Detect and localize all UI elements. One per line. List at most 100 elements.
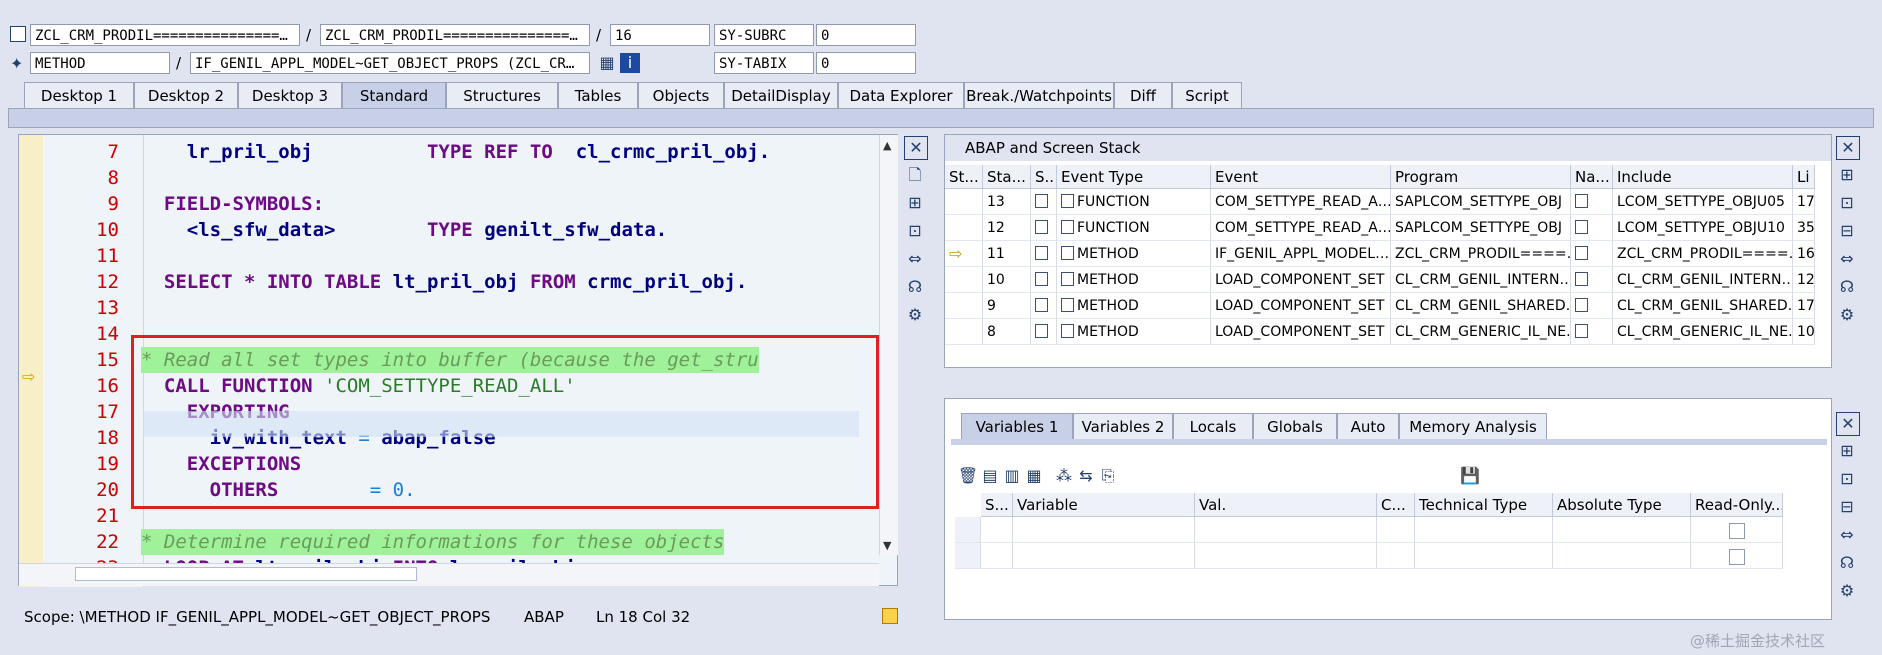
- close-icon[interactable]: ✕: [1836, 412, 1860, 436]
- stack-column-header[interactable]: Include: [1613, 165, 1793, 189]
- var-tab[interactable]: Locals: [1173, 413, 1253, 439]
- tab-desktop-1[interactable]: Desktop 1: [24, 82, 134, 108]
- split-icon[interactable]: ⊞: [1836, 164, 1858, 186]
- stack-cell[interactable]: 13: [983, 189, 1031, 215]
- var-cell[interactable]: [981, 543, 1013, 569]
- save-icon[interactable]: 💾: [1459, 465, 1481, 487]
- stack-cell[interactable]: [1031, 319, 1057, 345]
- stack-cell[interactable]: 10: [1793, 319, 1815, 345]
- var-cell[interactable]: [1553, 543, 1691, 569]
- stack-column-header[interactable]: Program: [1391, 165, 1571, 189]
- code-line[interactable]: lr_pril_obj TYPE REF TO cl_crmc_pril_obj…: [141, 139, 770, 165]
- split-icon[interactable]: ⊞: [904, 192, 926, 214]
- var-cell[interactable]: [1195, 517, 1377, 543]
- stack-cell[interactable]: CL_CRM_GENIL_SHARED…: [1391, 293, 1571, 319]
- var-column-header[interactable]: Variable: [1013, 493, 1195, 517]
- row-selector[interactable]: [955, 543, 981, 569]
- status-icon[interactable]: [1035, 220, 1048, 234]
- status-book-icon[interactable]: [882, 608, 898, 624]
- save-list-icon[interactable]: ▥: [1001, 465, 1023, 487]
- stack-cell[interactable]: IF_GENIL_APPL_MODEL…: [1211, 241, 1391, 267]
- var-column-header[interactable]: S...: [981, 493, 1013, 517]
- stack-cell[interactable]: METHOD: [1057, 293, 1211, 319]
- var-cell[interactable]: [1195, 543, 1377, 569]
- code-line[interactable]: <ls_sfw_data> TYPE genilt_sfw_data.: [141, 217, 667, 243]
- stack-cell[interactable]: 17: [1793, 293, 1815, 319]
- stack-cell[interactable]: 16: [1793, 241, 1815, 267]
- var-cell[interactable]: [1377, 517, 1415, 543]
- stack-cell[interactable]: LCOM_SETTYPE_OBJU05: [1613, 189, 1793, 215]
- stack-cell[interactable]: 35: [1793, 215, 1815, 241]
- var-cell[interactable]: [1553, 517, 1691, 543]
- stack-cell[interactable]: 17: [1793, 189, 1815, 215]
- stack-cell[interactable]: ZCL_CRM_PRODIL====…: [1391, 241, 1571, 267]
- var-cell[interactable]: [1013, 517, 1195, 543]
- scroll-up-icon[interactable]: ▲: [883, 139, 891, 152]
- stack-column-header[interactable]: Na...: [1571, 165, 1613, 189]
- tab-objects[interactable]: Objects: [638, 82, 724, 108]
- stack-cell[interactable]: 11: [983, 241, 1031, 267]
- stack-cell[interactable]: [945, 189, 983, 215]
- stack-cell[interactable]: [945, 215, 983, 241]
- tab-tables[interactable]: Tables: [558, 82, 638, 108]
- include-field[interactable]: ZCL_CRM_PRODIL===============…: [320, 24, 590, 46]
- display-source-icon[interactable]: ▦: [596, 52, 618, 74]
- stack-cell[interactable]: METHOD: [1057, 267, 1211, 293]
- delete-icon[interactable]: 🗑: [957, 465, 979, 487]
- line-field[interactable]: 16: [610, 24, 710, 46]
- stack-cell[interactable]: [1571, 189, 1613, 215]
- swap-icon[interactable]: ⇔: [1836, 248, 1858, 270]
- var-column-header[interactable]: Absolute Type: [1553, 493, 1691, 517]
- stack-cell[interactable]: [1571, 293, 1613, 319]
- var-tab[interactable]: Globals: [1253, 413, 1337, 439]
- stack-cell[interactable]: [1571, 267, 1613, 293]
- stack-cell[interactable]: SAPLCOM_SETTYPE_OBJ: [1391, 189, 1571, 215]
- var-cell[interactable]: [1013, 543, 1195, 569]
- maximize-icon[interactable]: ⊡: [904, 220, 926, 242]
- stack-cell[interactable]: CL_CRM_GENIL_SHARED…: [1613, 293, 1793, 319]
- read-only-checkbox[interactable]: [1729, 523, 1745, 539]
- code-line[interactable]: SELECT * INTO TABLE lt_pril_obj FROM crm…: [141, 269, 747, 295]
- status-icon[interactable]: [1035, 324, 1048, 338]
- restore-icon[interactable]: ⊟: [1836, 496, 1858, 518]
- tab-desktop-2[interactable]: Desktop 2: [134, 82, 238, 108]
- navigate-icon[interactable]: [1575, 324, 1588, 338]
- tools-icon[interactable]: ⚙: [904, 304, 926, 326]
- navigate-icon[interactable]: [1575, 272, 1588, 286]
- stack-cell[interactable]: SAPLCOM_SETTYPE_OBJ: [1391, 215, 1571, 241]
- stack-cell[interactable]: [1031, 189, 1057, 215]
- info-icon[interactable]: i: [620, 53, 640, 73]
- stack-cell[interactable]: CL_CRM_GENERIC_IL_NE…: [1391, 319, 1571, 345]
- navigate-icon[interactable]: [1575, 194, 1588, 208]
- stack-cell[interactable]: LOAD_COMPONENT_SET: [1211, 319, 1391, 345]
- stack-cell[interactable]: 12: [983, 215, 1031, 241]
- status-icon[interactable]: [1035, 194, 1048, 208]
- tab-structures[interactable]: Structures: [446, 82, 558, 108]
- swap-icon[interactable]: ⇔: [904, 248, 926, 270]
- tools-icon[interactable]: ⚙: [1836, 580, 1858, 602]
- load-icon[interactable]: ▤: [979, 465, 1001, 487]
- program-field[interactable]: ZCL_CRM_PRODIL===============…: [30, 24, 300, 46]
- stack-cell[interactable]: METHOD: [1057, 319, 1211, 345]
- swap-icon[interactable]: ⇔: [1836, 524, 1858, 546]
- tab-data-explorer[interactable]: Data Explorer: [838, 82, 964, 108]
- stack-cell[interactable]: [945, 267, 983, 293]
- var-tab[interactable]: Variables 1: [961, 413, 1073, 439]
- tab-script[interactable]: Script: [1172, 82, 1242, 108]
- stack-column-header[interactable]: Event: [1211, 165, 1391, 189]
- stack-cell[interactable]: [1571, 215, 1613, 241]
- stack-cell[interactable]: [1571, 241, 1613, 267]
- tree-icon[interactable]: ⁂: [1053, 465, 1075, 487]
- stack-cell[interactable]: METHOD: [1057, 241, 1211, 267]
- var-column-header[interactable]: Technical Type: [1415, 493, 1553, 517]
- hscroll-thumb[interactable]: [75, 567, 417, 581]
- stack-cell[interactable]: [1031, 241, 1057, 267]
- status-icon[interactable]: [1035, 246, 1048, 260]
- stack-cell[interactable]: LOAD_COMPONENT_SET: [1211, 267, 1391, 293]
- stack-cell[interactable]: 12: [1793, 267, 1815, 293]
- read-only-checkbox[interactable]: [1729, 549, 1745, 565]
- tab-standard[interactable]: Standard: [342, 82, 446, 108]
- stack-cell[interactable]: [945, 319, 983, 345]
- var-column-header[interactable]: Read-Only...: [1691, 493, 1783, 517]
- stack-cell[interactable]: ZCL_CRM_PRODIL====…: [1613, 241, 1793, 267]
